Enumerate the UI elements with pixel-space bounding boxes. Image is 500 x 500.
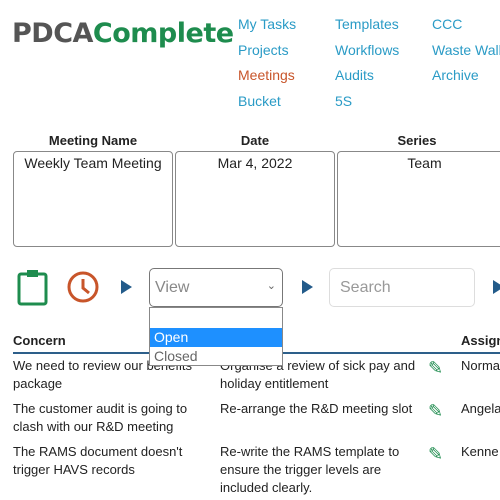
nav-waste-walk[interactable]: Waste Walk bbox=[432, 42, 500, 58]
nav-audits[interactable]: Audits bbox=[335, 67, 374, 83]
series-field[interactable]: Team bbox=[337, 151, 500, 247]
logo[interactable]: PDCAComplete bbox=[12, 18, 234, 49]
nav-my-tasks[interactable]: My Tasks bbox=[238, 16, 296, 32]
date-header: Date bbox=[240, 133, 270, 148]
view-select[interactable]: View ⌄ bbox=[149, 268, 283, 307]
action-cell: Re-arrange the R&D meeting slot bbox=[220, 401, 413, 416]
view-select-label: View bbox=[155, 279, 190, 296]
pencil-icon[interactable]: ✎ bbox=[428, 444, 443, 465]
series-header: Series bbox=[397, 133, 437, 148]
play-arrow-icon bbox=[302, 280, 313, 294]
pencil-icon[interactable]: ✎ bbox=[428, 401, 443, 422]
nav-meetings[interactable]: Meetings bbox=[238, 67, 295, 83]
assignee-cell: Norma bbox=[461, 358, 500, 373]
concern-header: Concern bbox=[13, 333, 66, 348]
nav-workflows[interactable]: Workflows bbox=[335, 42, 399, 58]
nav-archive[interactable]: Archive bbox=[432, 67, 479, 83]
assignee-cell: Kenne bbox=[461, 444, 499, 459]
nav-bucket[interactable]: Bucket bbox=[238, 93, 281, 109]
nav-projects[interactable]: Projects bbox=[238, 42, 289, 58]
concern-cell: The RAMS document doesn't trigger HAVS r… bbox=[13, 444, 183, 477]
nav-templates[interactable]: Templates bbox=[335, 16, 399, 32]
assigned-header: Assign bbox=[461, 333, 500, 348]
option-open[interactable]: Open bbox=[150, 328, 282, 347]
meeting-name-header: Meeting Name bbox=[48, 133, 138, 148]
nav-5s[interactable]: 5S bbox=[335, 93, 352, 109]
date-field[interactable]: Mar 4, 2022 bbox=[175, 151, 335, 247]
pencil-icon[interactable]: ✎ bbox=[428, 358, 443, 379]
clock-icon[interactable] bbox=[66, 270, 102, 306]
play-arrow-icon bbox=[121, 280, 132, 294]
chevron-down-icon: ⌄ bbox=[266, 280, 276, 292]
meeting-name-field[interactable]: Weekly Team Meeting bbox=[13, 151, 173, 247]
play-arrow-icon bbox=[493, 280, 500, 294]
option-closed[interactable]: Closed bbox=[150, 347, 282, 366]
nav-ccc[interactable]: CCC bbox=[432, 16, 462, 32]
clipboard-icon[interactable] bbox=[17, 268, 51, 306]
logo-part2: Complete bbox=[92, 18, 234, 49]
action-cell: Re-write the RAMS template to ensure the… bbox=[220, 444, 400, 495]
option-blank[interactable] bbox=[150, 308, 282, 328]
search-input[interactable]: Search bbox=[329, 268, 475, 307]
concern-cell: The customer audit is going to clash wit… bbox=[13, 401, 188, 434]
view-dropdown: Open Closed bbox=[149, 307, 283, 366]
assignee-cell: Angela bbox=[461, 401, 500, 416]
logo-part1: PDCA bbox=[12, 18, 93, 49]
